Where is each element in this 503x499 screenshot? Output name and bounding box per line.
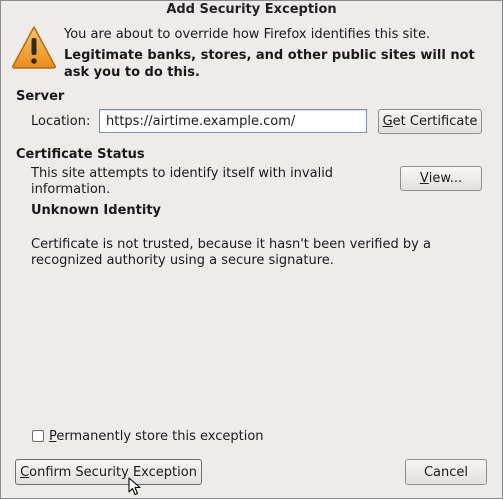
warning-text-line1: Legitimate banks, stores, and other publ…	[64, 48, 475, 63]
confirm-security-exception-button[interactable]: Confirm Security Exception	[15, 459, 202, 485]
permanently-store-label[interactable]: Permanently store this exception	[49, 429, 264, 444]
warning-text-line2: ask you to do this.	[64, 65, 200, 80]
get-certificate-mnemonic: G	[382, 114, 393, 129]
certificate-status-heading: Certificate Status	[16, 147, 145, 162]
permanently-store-checkbox[interactable]	[32, 430, 44, 442]
security-exception-dialog: Add Security Exception You are about to …	[0, 0, 503, 499]
unknown-identity-desc-line2: recognized authority using a secure sign…	[31, 253, 334, 268]
certificate-status-desc-line2: information.	[31, 182, 111, 197]
confirm-label: onfirm Security Exception	[29, 464, 197, 480]
permanently-store-text: ermanently store this exception	[56, 429, 264, 444]
view-button[interactable]: View...	[400, 166, 482, 191]
unknown-identity-heading: Unknown Identity	[31, 203, 162, 218]
certificate-status-desc-line1: This site attempts to identify itself wi…	[31, 166, 334, 181]
intro-text: You are about to override how Firefox id…	[64, 27, 431, 42]
view-label: iew...	[428, 171, 463, 186]
dialog-title: Add Security Exception	[166, 2, 337, 17]
cancel-button[interactable]: Cancel	[405, 459, 487, 485]
location-label: Location:	[31, 114, 91, 129]
warning-triangle-icon	[12, 26, 56, 69]
confirm-mnemonic: C	[20, 464, 30, 480]
get-certificate-label: et Certificate	[392, 114, 478, 129]
get-certificate-button[interactable]: Get Certificate	[378, 109, 482, 134]
view-mnemonic: V	[419, 171, 429, 186]
location-input[interactable]	[99, 109, 367, 133]
server-heading: Server	[16, 89, 65, 104]
mouse-pointer-icon	[128, 477, 141, 496]
unknown-identity-desc-line1: Certificate is not trusted, because it h…	[31, 237, 431, 252]
